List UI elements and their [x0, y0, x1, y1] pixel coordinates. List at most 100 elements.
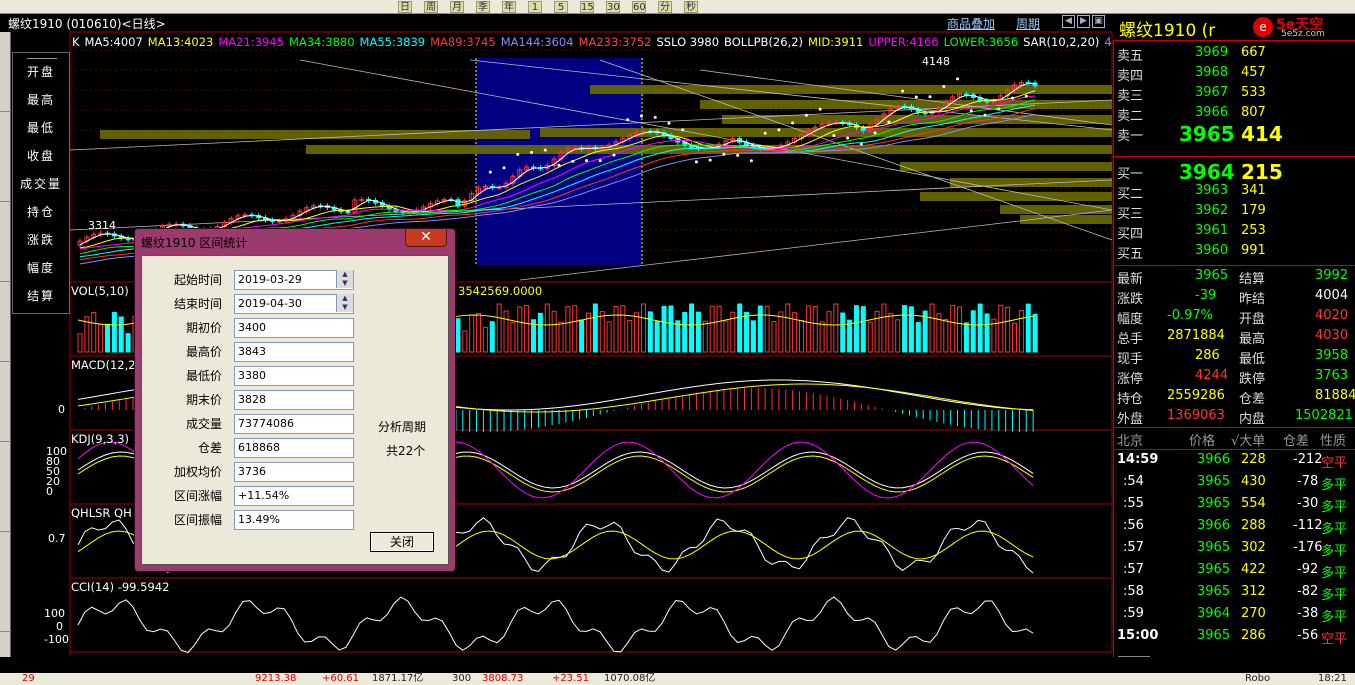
dialog-field-input[interactable]: +11.54%: [234, 486, 354, 506]
side-tab[interactable]: [0, 362, 11, 442]
dialog-field-input[interactable]: 618868: [234, 438, 354, 458]
menu-item[interactable]: 收盘: [13, 147, 69, 164]
menu-item[interactable]: 开盘: [13, 63, 69, 80]
status-item: 29: [22, 673, 35, 684]
dialog-body: 起始时间 2019-03-29 ▲ ▼ 结束时间 2019-04-30 ▲ ▼ 期初价 3400 最…: [141, 255, 449, 565]
volume-bar: [867, 321, 873, 353]
volume-bar: [977, 303, 983, 353]
volume-bar: [750, 320, 756, 353]
quote-cell: 667: [1241, 45, 1266, 60]
volume-bar: [963, 322, 969, 353]
menu-item[interactable]: 成交量: [13, 175, 69, 192]
price-field-menu: 开盘最高最低收盘成交量持仓涨跌幅度结算: [12, 52, 70, 314]
volume-bar: [620, 305, 626, 353]
quote-cell: 买一: [1117, 167, 1144, 182]
dialog-field-label: 区间涨幅: [173, 489, 222, 503]
divider: [1113, 449, 1355, 450]
dialog-field-input[interactable]: 3828: [234, 390, 354, 410]
dialog-field-input[interactable]: 3843: [234, 342, 354, 362]
dialog-field-input[interactable]: 73774086: [234, 414, 354, 434]
divider: [1113, 265, 1355, 266]
quote-cell: 卖二: [1117, 109, 1144, 124]
menu-item[interactable]: 持仓: [13, 203, 69, 220]
quote-cell: 3965: [1195, 268, 1229, 283]
ma-item: SSLO 3980: [656, 35, 720, 49]
menu-item[interactable]: 涨跌: [13, 231, 69, 248]
dialog-field-input[interactable]: 3736: [234, 462, 354, 482]
quote-cell: 3969: [1195, 45, 1229, 60]
quote-cell: 多平: [1321, 566, 1348, 581]
volume-bar: [1005, 306, 1011, 353]
spinner-icon[interactable]: ▲ ▼: [336, 294, 353, 312]
volume-band: [900, 162, 1112, 171]
close-button[interactable]: 关闭: [370, 532, 434, 552]
quote-cell: :54: [1123, 474, 1144, 489]
volume-bar: [826, 311, 832, 353]
menu-item[interactable]: 最低: [13, 119, 69, 136]
quote-cell: 3968: [1195, 65, 1229, 80]
quote-cell: 807: [1241, 105, 1266, 120]
volume-bar: [634, 312, 640, 353]
tick-header: 北京 价格 √大单 仓差 性质: [1117, 430, 1353, 450]
volume-bar: [812, 306, 818, 353]
side-tab[interactable]: [0, 122, 11, 202]
dialog-field-input[interactable]: 3380: [234, 366, 354, 386]
volume-bar: [544, 303, 550, 353]
sar-dot: [901, 89, 905, 93]
bid-row: 买三 3962 179: [1117, 203, 1353, 223]
quote-cell: -176: [1293, 540, 1323, 555]
side-tab[interactable]: [0, 32, 11, 112]
sar-dot: [914, 95, 918, 99]
close-icon[interactable]: ✕: [405, 229, 447, 247]
volume-bar: [778, 311, 784, 353]
side-tab[interactable]: [0, 452, 11, 532]
sar-dot: [584, 159, 588, 163]
quote-cell: 2871884: [1167, 328, 1225, 343]
quote-cell: :57: [1123, 540, 1144, 555]
menu-item[interactable]: 最高: [13, 91, 69, 108]
pane-frame: [69, 577, 1113, 653]
quote-cell: :55: [1123, 496, 1144, 511]
dialog-field-row: 最高价 3843: [142, 342, 442, 362]
sar-dot: [873, 131, 877, 135]
cci-line: [77, 596, 1034, 654]
quote-cell: 3964: [1179, 160, 1235, 184]
volume-band: [920, 192, 1112, 201]
quote-cell: -78: [1297, 474, 1319, 489]
high-price-label: 4148: [922, 55, 950, 68]
dialog-field-label: 区间振幅: [173, 513, 222, 527]
side-tab[interactable]: [0, 282, 11, 362]
menu-item[interactable]: 幅度: [13, 259, 69, 276]
status-item: 1070.08亿: [604, 673, 656, 684]
quote-cell: 多平: [1321, 610, 1348, 625]
sar-dot: [749, 159, 753, 163]
quote-cell: 4004: [1315, 288, 1349, 303]
menu-item[interactable]: 结算: [13, 287, 69, 304]
quote-cell: 215: [1241, 160, 1283, 184]
sar-dot: [681, 128, 685, 132]
side-tab[interactable]: [0, 202, 11, 282]
volume-bar: [908, 306, 914, 353]
quote-cell: 3992: [1315, 268, 1349, 283]
tick-row: :59 3964 270 -38 多平: [1117, 606, 1353, 626]
spinner-icon[interactable]: ▲ ▼: [336, 270, 353, 288]
side-tab[interactable]: [0, 552, 11, 632]
volume-bar: [895, 319, 901, 353]
quote-cell: 3965: [1197, 474, 1231, 489]
volume-bar: [950, 304, 956, 353]
sar-dot: [598, 159, 602, 163]
quote-cell: 341: [1241, 183, 1266, 198]
volume-bar: [77, 333, 83, 353]
dialog-field-input[interactable]: 13.49%: [234, 510, 354, 530]
stat-row: 最新 3965 结算 3992: [1117, 268, 1353, 288]
left-side-tabs[interactable]: [0, 32, 11, 657]
volume-bar: [579, 319, 585, 353]
ma-item: SAR(10,2,20): [1023, 35, 1100, 49]
dialog-field-input[interactable]: 3400: [234, 318, 354, 338]
dialog-field-row: 期初价 3400: [142, 318, 442, 338]
volume-band: [540, 128, 1112, 137]
dialog-field-row: 结束时间 2019-04-30 ▲ ▼: [142, 294, 442, 314]
tick-row: :57 3965 302 -176 多平: [1117, 540, 1353, 560]
quote-cell: 430: [1241, 474, 1266, 489]
volume-bar: [98, 324, 104, 353]
